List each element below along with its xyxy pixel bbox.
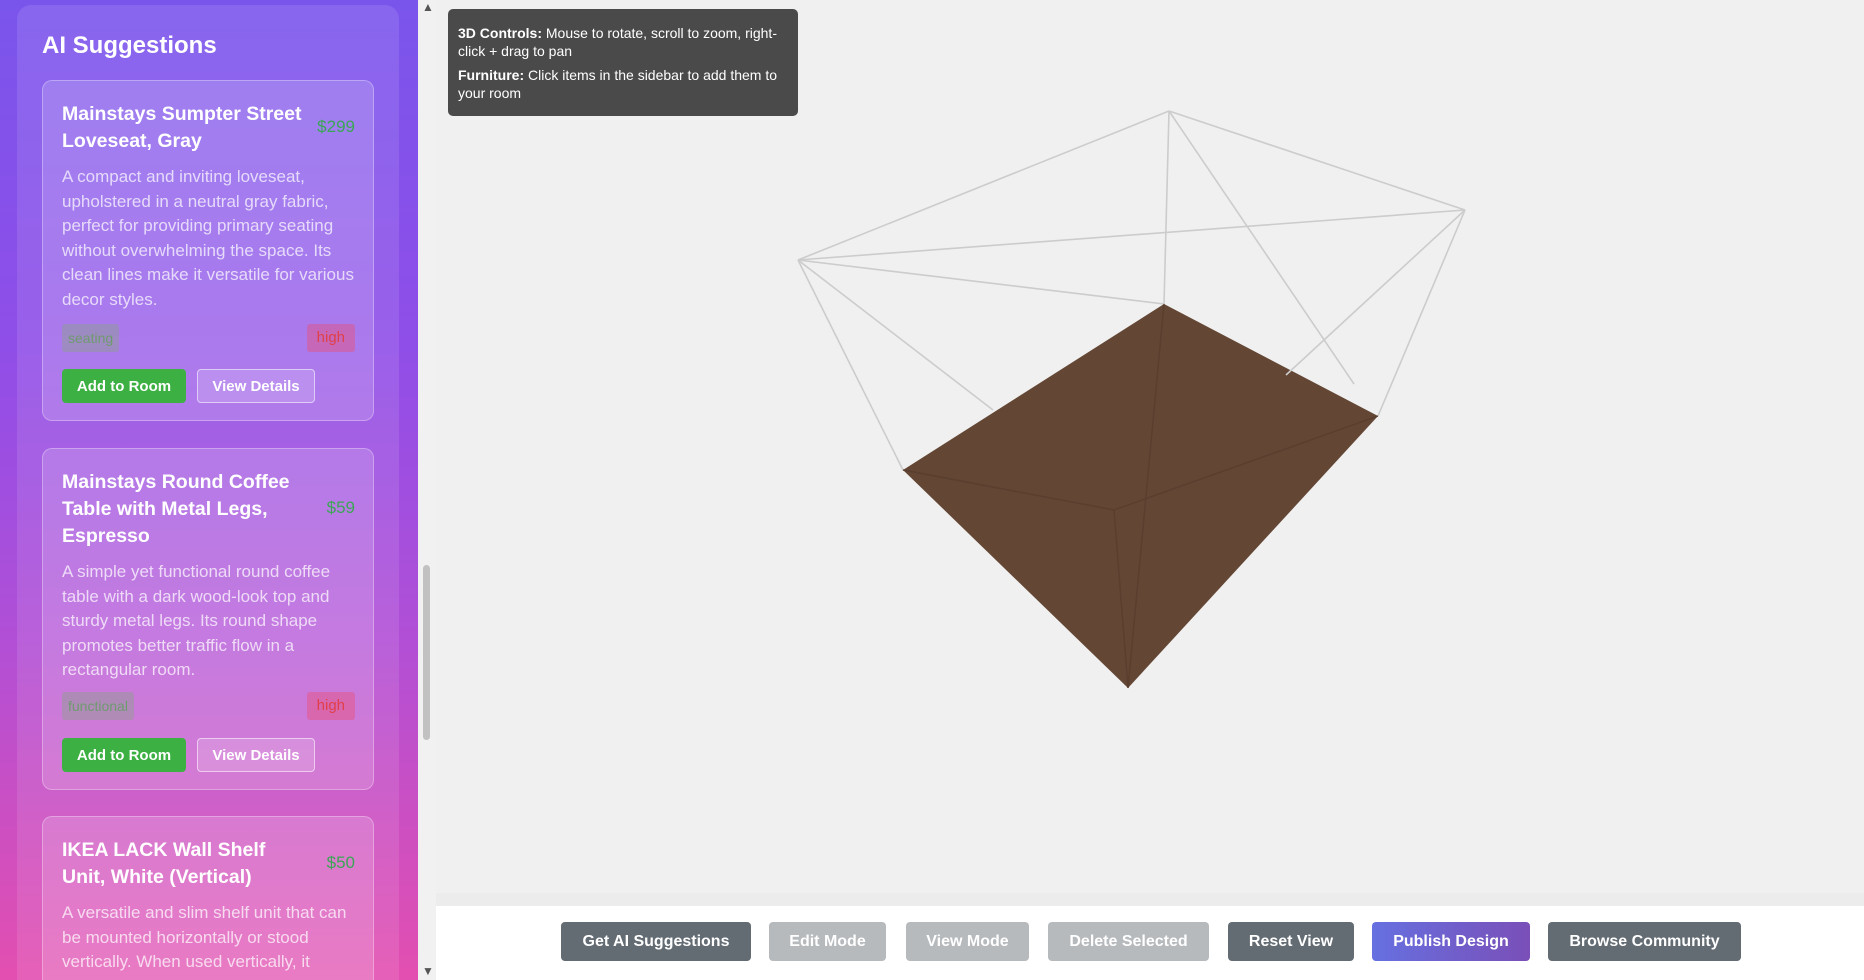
category-tag: functional <box>62 692 134 720</box>
priority-tag: high <box>306 324 355 352</box>
sidebar-scrollbar[interactable]: ▲ ▼ <box>418 0 436 980</box>
get-ai-suggestions-button[interactable]: Get AI Suggestions <box>561 922 751 961</box>
card-title: IKEA LACK Wall Shelf Unit, White (Vertic… <box>62 839 266 888</box>
edit-mode-button[interactable]: Edit Mode <box>769 922 886 961</box>
card-description: A simple yet functional round coffee tab… <box>62 562 331 679</box>
view-details-button[interactable]: View Details <box>197 738 315 772</box>
tooltip-furniture-label: Furniture: <box>458 67 525 83</box>
suggestion-card: Mainstays Sumpter Street Loveseat, Gray … <box>42 80 374 421</box>
priority-tag: high <box>306 692 355 720</box>
scroll-up-icon[interactable]: ▲ <box>422 0 434 14</box>
room-scene[interactable] <box>436 0 1864 893</box>
controls-tooltip: 3D Controls: Mouse to rotate, scroll to … <box>448 9 798 116</box>
sidebar: AI Suggestions Mainstays Sumpter Street … <box>0 0 418 980</box>
add-to-room-button[interactable]: Add to Room <box>62 369 186 403</box>
card-description: A compact and inviting loveseat, upholst… <box>62 167 354 309</box>
3d-viewport[interactable]: 3D Controls: Mouse to rotate, scroll to … <box>436 0 1864 893</box>
reset-view-button[interactable]: Reset View <box>1228 922 1354 961</box>
view-mode-button[interactable]: View Mode <box>906 922 1029 961</box>
card-description: A versatile and slim shelf unit that can… <box>62 903 347 971</box>
room-floor[interactable] <box>903 304 1378 688</box>
browse-community-button[interactable]: Browse Community <box>1548 922 1741 961</box>
bottom-toolbar: Get AI Suggestions Edit Mode View Mode D… <box>436 906 1864 980</box>
card-title: Mainstays Sumpter Street Loveseat, Gray <box>62 103 302 152</box>
card-price: $59 <box>326 498 355 517</box>
delete-selected-button[interactable]: Delete Selected <box>1048 922 1209 961</box>
tooltip-controls-label: 3D Controls: <box>458 25 542 41</box>
card-price: $299 <box>317 117 355 136</box>
add-to-room-button[interactable]: Add to Room <box>62 738 186 772</box>
sidebar-title: AI Suggestions <box>42 32 217 59</box>
tooltip-controls: 3D Controls: Mouse to rotate, scroll to … <box>458 24 788 60</box>
view-details-button[interactable]: View Details <box>197 369 315 403</box>
category-tag: seating <box>62 324 120 352</box>
scrollbar-thumb[interactable] <box>423 565 430 740</box>
card-price: $50 <box>326 853 355 872</box>
tooltip-furniture: Furniture: Click items in the sidebar to… <box>458 66 788 102</box>
scroll-down-icon[interactable]: ▼ <box>422 964 434 978</box>
suggestion-card: Mainstays Round Coffee Table with Metal … <box>42 448 374 790</box>
publish-design-button[interactable]: Publish Design <box>1372 922 1530 961</box>
toolbar-divider <box>436 893 1864 906</box>
suggestion-card: IKEA LACK Wall Shelf Unit, White (Vertic… <box>42 816 374 980</box>
card-title: Mainstays Round Coffee Table with Metal … <box>62 471 290 547</box>
